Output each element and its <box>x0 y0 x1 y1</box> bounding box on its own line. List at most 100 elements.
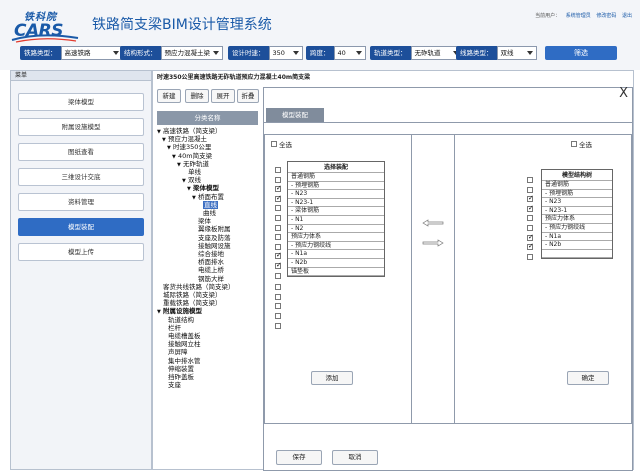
table-row[interactable]: - 预应力钢绞线 <box>542 224 612 233</box>
table-row[interactable]: - 预应力钢绞线 <box>288 242 384 251</box>
tree-node[interactable]: 伸缩装置 <box>168 365 194 373</box>
tree-node[interactable]: 支座 <box>168 381 181 389</box>
filter-design-speed[interactable]: 设计时速： 350 <box>228 46 303 60</box>
tree-node[interactable]: 集中排水管 <box>168 357 201 365</box>
checkbox[interactable] <box>275 215 281 221</box>
user-link-admin[interactable]: 系统管理员 <box>566 13 591 19</box>
checkbox[interactable] <box>527 233 534 241</box>
sidebar-item-drawings[interactable]: 图纸查看 <box>18 143 144 161</box>
table-row[interactable]: - N23 <box>288 190 384 199</box>
add-button[interactable]: 添加 <box>311 371 353 385</box>
filter-button[interactable]: 筛选 <box>545 46 617 60</box>
checkbox[interactable] <box>527 253 533 260</box>
filter-select[interactable]: 双线 <box>496 46 537 60</box>
checkbox[interactable] <box>571 141 577 147</box>
table-row[interactable]: - N2b <box>542 241 612 250</box>
tree-node[interactable]: 梁体 <box>198 217 211 225</box>
tree-node[interactable]: 电缆槽盖板 <box>168 332 201 340</box>
filter-line-type[interactable]: 线路类型： 双线 <box>456 46 537 60</box>
filter-select[interactable]: 高速铁路 <box>60 46 123 60</box>
save-button[interactable]: 保存 <box>276 450 322 465</box>
tree-node[interactable]: 接触网立柱 <box>168 340 201 348</box>
tree-node[interactable]: 桥面排水 <box>198 258 224 266</box>
tree-node[interactable]: 支座及防落 <box>198 234 231 242</box>
table-row[interactable]: 普通钢筋 <box>542 181 612 190</box>
checkbox[interactable] <box>275 313 281 319</box>
tree-node[interactable]: 翼缘板附属 <box>198 225 231 233</box>
tree-node[interactable]: 城际铁路（简支梁） <box>163 291 222 299</box>
checkbox[interactable] <box>275 322 281 329</box>
filter-select[interactable]: 预应力混凝土梁 <box>160 46 223 60</box>
checkbox[interactable] <box>275 194 282 202</box>
table-row[interactable]: 普通钢筋 <box>288 173 384 182</box>
tree-node[interactable]: 钢筋大样 <box>198 275 224 283</box>
table-row[interactable]: - 预埋钢筋 <box>288 182 384 191</box>
expand-button[interactable]: 展开 <box>211 89 235 103</box>
table-row[interactable]: 锚垫板 <box>288 268 384 277</box>
filter-structure-type[interactable]: 结构形式： 预应力混凝土梁 <box>120 46 223 60</box>
arrow-right-icon[interactable] <box>422 239 444 247</box>
table-row[interactable]: - N23 <box>542 198 612 207</box>
tree-node[interactable]: 栏杆 <box>168 324 181 332</box>
tree-node[interactable]: 直线 <box>203 200 218 209</box>
change-password-link[interactable]: 修改密码 <box>596 13 616 19</box>
tree-node[interactable]: 曲线 <box>203 209 216 217</box>
filter-select[interactable]: 40 <box>333 46 366 60</box>
filter-select[interactable]: 无砟轨道 <box>410 46 463 60</box>
cancel-button[interactable]: 取消 <box>332 450 378 465</box>
checkbox[interactable] <box>527 215 533 222</box>
arrow-left-icon[interactable] <box>422 219 444 227</box>
table-row[interactable]: 预应力体系 <box>288 233 384 242</box>
tree-node[interactable]: 接触网设施 <box>198 242 231 250</box>
checkbox[interactable] <box>271 141 277 147</box>
checkbox[interactable] <box>527 204 534 212</box>
filter-track-type[interactable]: 轨道类型： 无砟轨道 <box>370 46 463 60</box>
table-row[interactable] <box>542 250 612 259</box>
select-all-right[interactable]: 全选 <box>571 139 592 149</box>
filter-select[interactable]: 350 <box>268 46 303 60</box>
logout-link[interactable]: 退出 <box>622 13 632 19</box>
tree-node[interactable]: 综合接地 <box>198 250 224 258</box>
checkbox[interactable] <box>275 284 281 291</box>
filter-railway-type[interactable]: 铁路类型： 高速铁路 <box>20 46 123 60</box>
table-row[interactable]: 预应力体系 <box>542 215 612 224</box>
table-row[interactable]: - N2 <box>288 225 384 234</box>
filter-span[interactable]: 跨度： 40 <box>306 46 366 60</box>
table-row[interactable]: - N2b <box>288 259 384 268</box>
tree-node[interactable]: 轨道结构 <box>168 316 194 324</box>
checkbox[interactable] <box>527 177 533 183</box>
checkbox[interactable] <box>275 272 281 279</box>
tree-node[interactable]: 重载铁路（简支梁） <box>163 299 222 307</box>
confirm-button[interactable]: 确定 <box>567 371 609 385</box>
checkbox[interactable] <box>275 224 281 231</box>
select-all-left[interactable]: 全选 <box>271 139 292 149</box>
tree-node[interactable]: 声屏障 <box>168 348 188 356</box>
checkbox[interactable] <box>275 303 281 310</box>
checkbox[interactable] <box>275 293 281 300</box>
checkbox[interactable] <box>275 243 281 250</box>
checkbox[interactable] <box>275 176 281 183</box>
tree-node[interactable]: 电缆上桥 <box>198 266 224 274</box>
table-row[interactable]: - N1 <box>288 216 384 225</box>
table-row[interactable]: - 梁体钢筋 <box>288 207 384 216</box>
sidebar-item-documents[interactable]: 资料管理 <box>18 193 144 211</box>
close-icon[interactable]: X <box>619 86 628 101</box>
table-row[interactable]: - N1a <box>288 250 384 259</box>
tree-node[interactable]: 单线 <box>188 168 201 176</box>
checkbox[interactable] <box>275 205 281 212</box>
collapse-button[interactable]: 折叠 <box>237 89 259 103</box>
checkbox[interactable] <box>275 261 282 269</box>
checkbox[interactable] <box>275 251 282 260</box>
table-row[interactable]: - 预埋钢筋 <box>542 190 612 199</box>
tree-node[interactable]: 客货共线铁路（简支梁） <box>163 283 235 291</box>
checkbox[interactable] <box>527 194 534 203</box>
delete-button[interactable]: 删除 <box>185 89 209 103</box>
tab-model-assembly[interactable]: 模型装配 <box>266 108 324 122</box>
sidebar-item-auxiliary-model[interactable]: 附属设施模型 <box>18 118 144 136</box>
checkbox[interactable] <box>527 242 534 251</box>
checkbox[interactable] <box>275 167 281 173</box>
sidebar-item-model-assembly[interactable]: 模型装配 <box>18 218 144 236</box>
checkbox[interactable] <box>275 184 282 193</box>
tree-node[interactable]: 挡砟盖板 <box>168 373 194 381</box>
sidebar-item-beam-model[interactable]: 梁体模型 <box>18 93 144 111</box>
